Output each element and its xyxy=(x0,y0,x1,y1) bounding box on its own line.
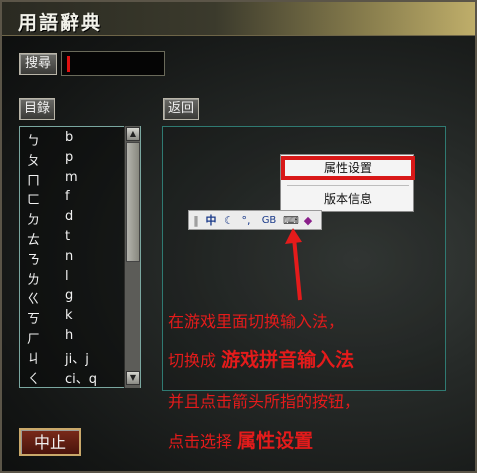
zhuyin-symbol: ㄌ xyxy=(27,272,41,288)
pinyin-label: f xyxy=(65,189,70,205)
gb-icon[interactable]: GB xyxy=(258,213,280,228)
punctuation-icon[interactable]: °, xyxy=(239,213,253,228)
pinyin-label: b xyxy=(65,130,74,145)
ime-toolbar: ‖ 中 ☾ °, GB ⌨ ◆ xyxy=(188,210,322,230)
instruction-line-2-prefix: 切换成 xyxy=(168,351,217,370)
dictionary-window: 用語辭典 搜尋 目錄 返回 ㄅ b ㄆ p ㄇ m ㄈ f ㄉ d ㄊ t ㄋ n ㄌ l ㄍ g ㄎ k ㄏ h ㄐ ji、… xyxy=(0,0,477,473)
text-caret xyxy=(67,56,70,72)
pinyin-label: g xyxy=(65,288,74,304)
title-bar: 用語辭典 xyxy=(2,2,475,36)
zhuyin-symbol: ㄇ xyxy=(27,173,41,189)
zhuyin-symbol: ㄉ xyxy=(27,213,41,229)
list-item[interactable]: ㄎk xyxy=(20,307,124,328)
stop-button[interactable]: 中止 xyxy=(19,428,81,456)
zhuyin-symbol: ㄋ xyxy=(27,252,41,268)
instruction-line-4-emphasis: 属性设置 xyxy=(237,430,314,452)
pinyin-label: p xyxy=(65,149,74,165)
search-button[interactable]: 搜尋 xyxy=(19,53,57,75)
pointer-arrow-icon xyxy=(285,228,302,301)
pinyin-label: t xyxy=(65,229,71,244)
list-item[interactable]: ㄏh xyxy=(20,327,124,347)
keyboard-icon[interactable]: ⌨ xyxy=(283,213,299,228)
instruction-line-4-prefix: 点击选择 xyxy=(168,432,233,451)
zhuyin-symbol: ㄊ xyxy=(27,233,41,248)
list-item[interactable]: ㄑ ci、q xyxy=(20,367,124,387)
instruction-line-2: 切换成 游戏拼音输入法 xyxy=(168,345,354,372)
search-input[interactable] xyxy=(61,51,165,76)
pinyin-label: n xyxy=(65,248,74,264)
list-item[interactable]: ㄇm xyxy=(20,169,124,189)
moon-icon[interactable]: ☾ xyxy=(222,213,236,228)
list-item[interactable]: ㄅb xyxy=(20,129,124,149)
list-item[interactable]: ㄐ ji、j xyxy=(20,347,124,367)
zhuyin-symbol: ㄍ xyxy=(27,292,41,308)
pinyin-label: l xyxy=(65,268,69,284)
zhuyin-symbol: ㄆ xyxy=(27,153,41,169)
pinyin-label: ji、j xyxy=(65,351,89,367)
tab-index[interactable]: 目錄 xyxy=(19,98,55,120)
instruction-line-4: 点击选择 属性设置 xyxy=(168,426,313,453)
list-item[interactable]: ㄌl xyxy=(20,268,124,288)
instruction-line-1: 在游戏里面切换输入法， xyxy=(168,312,345,331)
zhuyin-symbol: ㄏ xyxy=(27,332,41,347)
pinyin-label: ci、q xyxy=(65,371,98,387)
list-item[interactable]: ㄆp xyxy=(20,149,124,169)
window-title: 用語辭典 xyxy=(18,12,103,34)
list-scrollbar[interactable]: ▲ ▼ xyxy=(124,126,140,388)
instruction-line-3: 并且点击箭头所指的按钮， xyxy=(168,392,361,411)
zhuyin-list: ㄅ b ㄆ p ㄇ m ㄈ f ㄉ d ㄊ t ㄋ n ㄌ l ㄍ g ㄎ k ㄏ h ㄐ ji、j ㄑ ci、q xyxy=(19,126,141,388)
pinyin-label: m xyxy=(65,169,78,185)
menu-item-properties[interactable]: 属性设置 xyxy=(281,156,415,180)
list-item[interactable]: ㄉd xyxy=(20,208,124,229)
back-button[interactable]: 返回 xyxy=(163,98,199,120)
scroll-thumb[interactable] xyxy=(126,142,140,262)
zhuyin-symbol: ㄎ xyxy=(27,312,41,328)
zhuyin-symbol: ㄅ xyxy=(27,134,41,149)
zhuyin-symbol: ㄑ xyxy=(27,371,41,387)
zhuyin-symbol: ㄐ xyxy=(27,351,41,367)
instruction-line-2-emphasis: 游戏拼音输入法 xyxy=(221,349,355,371)
zhuyin-symbol: ㄈ xyxy=(27,193,41,209)
scroll-up-icon[interactable]: ▲ xyxy=(126,127,140,141)
book-icon[interactable]: ◆ xyxy=(300,213,316,228)
menu-separator xyxy=(287,185,409,186)
list-item[interactable]: ㄍg xyxy=(20,287,124,308)
list-item[interactable]: ㄊt xyxy=(20,228,124,248)
list-item[interactable]: ㄈf xyxy=(20,188,124,209)
scroll-down-icon[interactable]: ▼ xyxy=(126,371,140,385)
pinyin-label: h xyxy=(65,328,74,343)
pinyin-label: d xyxy=(65,209,74,225)
ime-context-menu: 属性设置 版本信息 xyxy=(280,154,415,212)
chinese-mode-icon[interactable]: 中 xyxy=(203,213,219,228)
separator-icon: ‖ xyxy=(193,214,199,227)
list-item[interactable]: ㄋn xyxy=(20,248,124,268)
pinyin-label: k xyxy=(65,308,73,324)
menu-item-version[interactable]: 版本信息 xyxy=(281,187,415,211)
